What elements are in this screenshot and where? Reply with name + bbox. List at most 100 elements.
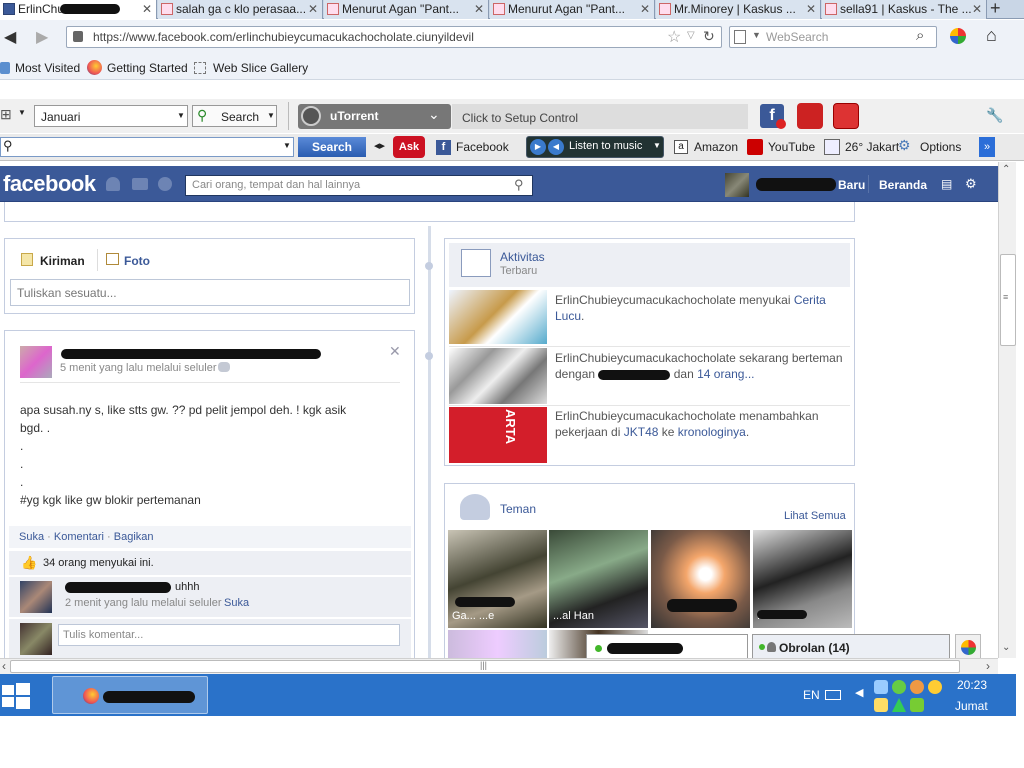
taskbar-firefox-button[interactable] — [52, 676, 208, 714]
dropdown-arrow-icon[interactable]: ▼ — [18, 108, 26, 117]
tab-status[interactable]: Kiriman — [40, 254, 85, 268]
add-icon[interactable]: ⊞ — [0, 106, 12, 123]
vertical-scrollbar[interactable]: ⌃ ≡ ⌄ — [998, 162, 1016, 658]
tab-kaskus-3[interactable]: Menurut Agan "Pant... ✕ — [490, 0, 655, 19]
friends-title[interactable]: Teman — [500, 502, 536, 516]
show-hidden-icons[interactable]: ◀ — [855, 686, 863, 699]
friend-photo[interactable]: Ga... ...e — [448, 530, 547, 628]
close-tab-icon[interactable]: ✕ — [972, 0, 982, 18]
utorrent-widget[interactable]: uTorrent ⌄ — [298, 104, 451, 129]
tab-photo[interactable]: Foto — [124, 254, 150, 268]
activity-actor[interactable]: ErlinChubieycumacukachocholate — [555, 293, 736, 307]
comment-link[interactable]: Komentari — [54, 531, 104, 543]
close-tab-icon[interactable]: ✕ — [640, 0, 650, 18]
reload-icon[interactable]: ↻ — [703, 28, 715, 45]
search-engine-icon[interactable] — [734, 30, 746, 44]
resize-handle-icon[interactable]: ◂▸ — [374, 139, 385, 152]
close-tab-icon[interactable]: ✕ — [308, 0, 318, 18]
chat-tab-friend[interactable] — [586, 634, 748, 658]
post-time[interactable]: 5 menit yang lalu melalui seluler — [60, 362, 217, 374]
see-all-friends-link[interactable]: Lihat Semua — [784, 510, 846, 522]
tab-kaskus-4[interactable]: Mr.Minorey | Kaskus ... ✕ — [656, 0, 821, 19]
fb-search-input[interactable]: Cari orang, tempat dan hal lainnya ⚲ — [185, 175, 533, 196]
back-icon[interactable]: ◀ — [4, 27, 16, 47]
avatar[interactable] — [725, 173, 749, 197]
activity-actor[interactable]: ErlinChubieycumacukachocholate — [555, 351, 736, 365]
notifications-globe-icon[interactable] — [158, 177, 172, 191]
tab-kaskus-1[interactable]: salah ga c klo perasaa... ✕ — [158, 0, 323, 19]
toolbar-youtube-link[interactable]: YouTube — [768, 140, 815, 154]
home-icon[interactable]: ⌂ — [986, 25, 997, 46]
playvids-icon[interactable] — [797, 103, 823, 129]
weather-text[interactable]: 26° Jakart — [845, 140, 899, 154]
jkt48-thumbnail[interactable]: ARTA — [449, 407, 547, 463]
gear-icon[interactable]: ⚙ — [965, 176, 977, 192]
start-button[interactable] — [0, 681, 34, 711]
close-tab-icon[interactable]: ✕ — [142, 0, 152, 18]
scroll-up-icon[interactable]: ⌃ — [1002, 164, 1010, 175]
toolbar-options-link[interactable]: Options — [920, 140, 961, 154]
address-bar[interactable]: https://www.facebook.com/erlinchubieycum… — [66, 26, 722, 48]
search-engine-dropdown-icon[interactable]: ▼ — [752, 30, 761, 40]
search-icon[interactable]: ⚲ — [514, 177, 524, 193]
chat-app-icon[interactable] — [955, 634, 981, 658]
tab-kaskus-2[interactable]: Menurut Agan "Pant... ✕ — [324, 0, 489, 19]
addon-colorful-icon[interactable] — [950, 28, 966, 44]
play-icon[interactable]: ▶ — [530, 139, 546, 155]
tray-icon[interactable] — [874, 698, 888, 712]
friends-thumbnail[interactable] — [449, 348, 547, 404]
comment-input[interactable]: Tulis komentar... — [58, 624, 400, 646]
more-friends-link[interactable]: 14 orang... — [697, 367, 754, 381]
bookmark-getting-started[interactable]: Getting Started — [107, 61, 188, 75]
jkt48-link[interactable]: JKT48 — [624, 425, 659, 439]
forward-icon[interactable]: ▶ — [36, 27, 48, 47]
likes-count[interactable]: 34 orang menyukai ini. — [43, 557, 154, 569]
ask-search-button[interactable]: Search — [298, 137, 366, 157]
activity-actor[interactable]: ErlinChubieycumacukachocholate — [555, 409, 736, 423]
tray-icon[interactable] — [910, 680, 924, 694]
language-indicator[interactable]: EN — [803, 688, 820, 702]
tray-icon[interactable] — [874, 680, 888, 694]
friend-photo[interactable] — [448, 630, 547, 658]
cb-icon[interactable] — [833, 103, 859, 129]
listen-to-music-widget[interactable]: ▶ ◀ Listen to music ▼ — [526, 136, 664, 158]
toolbar-search-button[interactable]: ⚲ Search ▼ — [192, 105, 277, 127]
keyboard-icon[interactable] — [825, 690, 841, 700]
friend-photo[interactable]: ...al Han — [549, 530, 648, 628]
scroll-down-icon[interactable]: ⌄ — [1002, 642, 1010, 653]
scroll-left-icon[interactable]: ‹ — [2, 659, 6, 673]
web-search-box[interactable]: ▼ WebSearch ⌕ — [729, 26, 937, 48]
clock-time[interactable]: 20:23 — [957, 678, 987, 692]
volume-icon[interactable]: ◀ — [548, 139, 564, 155]
more-chevron-icon[interactable]: » — [979, 137, 995, 157]
tray-icon[interactable] — [892, 698, 906, 712]
close-tab-icon[interactable]: ✕ — [806, 0, 816, 18]
bookmark-most-visited[interactable]: Most Visited — [15, 61, 80, 75]
tab-kaskus-5[interactable]: sella91 | Kaskus - The ... ✕ — [822, 0, 987, 19]
privacy-shortcuts-icon[interactable]: ▤ — [941, 177, 952, 191]
setup-control-box[interactable]: Click to Setup Control — [452, 104, 748, 129]
dropdown-arrow-icon[interactable]: ▽ — [687, 30, 695, 41]
like-link[interactable]: Suka — [19, 531, 44, 543]
clock-day[interactable]: Jumat — [955, 699, 988, 713]
home-link[interactable]: Beranda — [879, 178, 927, 192]
friend-requests-icon[interactable] — [106, 177, 120, 191]
post-avatar[interactable] — [20, 346, 52, 378]
activity-title[interactable]: Aktivitas — [500, 250, 545, 264]
facebook-logo[interactable]: facebook — [3, 171, 96, 197]
month-select[interactable]: Januari ▼ — [34, 105, 188, 127]
toolbar-amazon-link[interactable]: Amazon — [694, 140, 738, 154]
scroll-right-icon[interactable]: › — [986, 659, 990, 673]
tray-icon[interactable] — [928, 680, 942, 694]
toolbar-facebook-link[interactable]: Facebook — [456, 140, 509, 154]
find-friends-link[interactable]: Baru — [838, 178, 865, 192]
ask-logo-icon[interactable]: Ask — [393, 136, 425, 158]
bookmark-web-slice[interactable]: Web Slice Gallery — [213, 61, 308, 75]
magnifier-icon[interactable]: ⌕ — [916, 27, 924, 44]
close-tab-icon[interactable]: ✕ — [474, 0, 484, 18]
close-icon[interactable]: ✕ — [389, 343, 401, 360]
horizontal-scrollbar[interactable]: ‹ ||| › — [0, 658, 998, 674]
comment-time[interactable]: 2 menit yang lalu melalui seluler — [65, 597, 222, 609]
friend-photo[interactable] — [651, 530, 750, 628]
ask-search-input[interactable]: ⚲ ▼ — [0, 137, 294, 157]
